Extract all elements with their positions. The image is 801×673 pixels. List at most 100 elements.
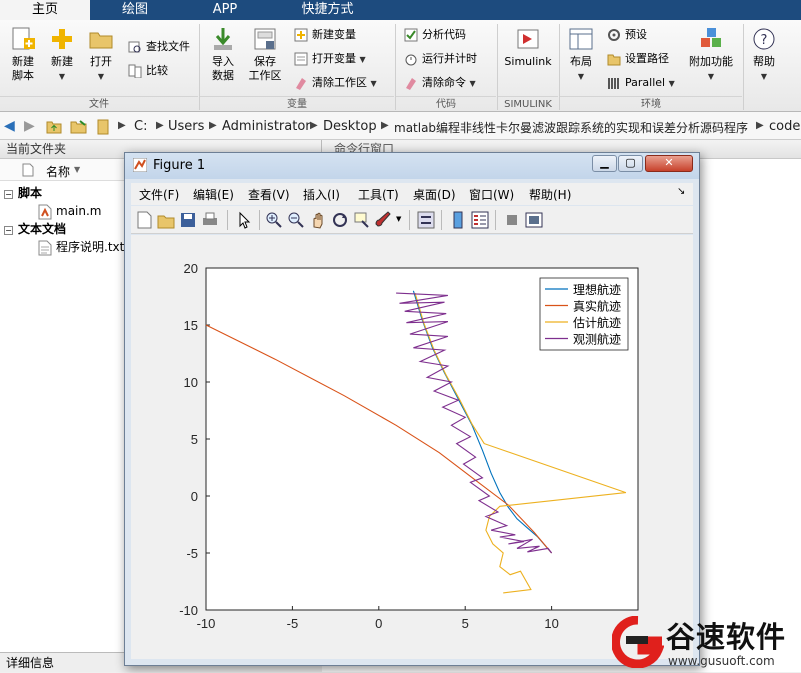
layout-label: 布局 <box>570 55 592 68</box>
tab-home[interactable]: 主页 <box>0 0 90 20</box>
layout-button[interactable]: 布局 ▼ <box>564 26 598 84</box>
file-item-readme[interactable]: 程序说明.txt <box>38 238 124 256</box>
compare-button[interactable]: 比较 <box>128 62 168 80</box>
open-button[interactable]: 打开 ▼ <box>84 26 118 84</box>
save-workspace-label: 保存 工作区 <box>248 55 282 82</box>
open-file-icon[interactable] <box>157 211 175 229</box>
link-plot-icon[interactable] <box>417 211 435 229</box>
file-item-main[interactable]: main.m <box>38 202 102 220</box>
hide-plot-tools-icon[interactable] <box>503 211 521 229</box>
menu-insert[interactable]: 插入(I) <box>303 186 340 203</box>
figure-canvas: -10 -5 0 5 10 -10 -5 0 5 10 15 20 理想航迹 真实航迹 估计航迹 观测航迹 <box>131 235 693 659</box>
legend-label: 估计航迹 <box>573 315 621 330</box>
ribbon-toolbar: 新建 脚本 新建 ▼ 打开 ▼ 查找文件 比较 文件 导入 数据 保存 工作区 新建… <box>0 20 801 112</box>
minimize-button[interactable]: ▁ <box>592 155 617 172</box>
plot-axes[interactable]: -10 -5 0 5 10 -10 -5 0 5 10 15 20 理想航迹真实航迹估计航迹观测航迹 <box>131 235 693 659</box>
menu-edit[interactable]: 编辑(E) <box>193 186 234 203</box>
simulink-button[interactable]: Simulink <box>502 26 554 69</box>
open-label: 打开 <box>90 55 112 68</box>
addons-icon <box>701 28 721 47</box>
name-column-header[interactable]: 名称 <box>46 163 70 180</box>
save-icon[interactable] <box>179 211 197 229</box>
print-icon[interactable] <box>201 211 219 229</box>
menu-file[interactable]: 文件(F) <box>139 186 179 203</box>
maximize-button[interactable]: ▢ <box>618 155 643 172</box>
clear-workspace-button[interactable]: 清除工作区 ▼ <box>294 74 377 92</box>
minimize-icon: ▁ <box>600 156 609 169</box>
rotate-3d-icon[interactable] <box>331 211 349 229</box>
tree-group-scripts[interactable]: − 脚本 <box>4 184 42 202</box>
path-segment[interactable]: Administrator <box>222 119 311 134</box>
menu-desktop[interactable]: 桌面(D) <box>413 186 456 203</box>
path-segment[interactable]: Users <box>168 119 204 134</box>
collapse-icon[interactable]: − <box>4 190 13 199</box>
figure-window: Figure 1 ▁ ▢ ✕ 文件(F) 编辑(E) 查看(V) 插入(I) 工… <box>124 152 700 666</box>
figure-title-bar[interactable]: Figure 1 ▁ ▢ ✕ <box>125 153 699 179</box>
new-button[interactable]: 新建 ▼ <box>46 26 78 84</box>
menu-tools[interactable]: 工具(T) <box>358 186 399 203</box>
brush-icon[interactable] <box>375 211 393 229</box>
dock-arrow-icon[interactable]: ↘ <box>677 186 685 197</box>
path-segment[interactable]: Desktop <box>323 119 377 134</box>
menu-help[interactable]: 帮助(H) <box>529 186 571 203</box>
path-segment[interactable]: matlab编程非线性卡尔曼滤波跟踪系统的实现和误差分析源码程序 <box>394 119 748 136</box>
group-label: 文本文档 <box>18 222 67 236</box>
open-variable-button[interactable]: 打开变量 ▼ <box>294 50 366 68</box>
parallel-button[interactable]: Parallel ▼ <box>607 74 675 92</box>
figure-title: Figure 1 <box>153 158 206 173</box>
preferences-button[interactable]: 预设 <box>607 26 647 44</box>
x-tick-label: -5 <box>287 616 299 631</box>
chevron-down-icon: ▼ <box>58 72 66 81</box>
section-simulink: SIMULINK <box>498 96 558 112</box>
new-figure-icon[interactable] <box>135 211 153 229</box>
address-bar: ◀ ▶ ▶ C: ▶ Users ▶ Administrator ▶ Deskt… <box>0 112 801 140</box>
analyze-code-button[interactable]: 分析代码 <box>404 26 466 44</box>
chevron-down-icon: ▼ <box>707 72 715 81</box>
save-workspace-button[interactable]: 保存 工作区 <box>245 26 285 83</box>
new-script-button[interactable]: 新建 脚本 <box>4 26 42 83</box>
sort-down-icon[interactable]: ▼ <box>74 165 80 174</box>
new-script-icon <box>12 27 35 50</box>
analyze-code-label: 分析代码 <box>422 28 466 41</box>
tab-plots[interactable]: 绘图 <box>90 0 180 20</box>
clear-commands-button[interactable]: 清除命令 ▼ <box>404 74 476 92</box>
back-arrow-icon[interactable]: ◀ <box>4 118 15 134</box>
y-tick-label: 20 <box>184 261 198 276</box>
pointer-icon[interactable] <box>235 211 253 229</box>
addons-button[interactable]: 附加功能 ▼ <box>686 26 736 84</box>
run-and-time-button[interactable]: 运行并计时 <box>404 50 477 68</box>
tree-group-text-documents[interactable]: − 文本文档 <box>4 220 66 238</box>
collapse-icon[interactable]: − <box>4 226 13 235</box>
tab-shortcuts[interactable]: 快捷方式 <box>270 0 385 20</box>
y-tick-label: 0 <box>191 489 198 504</box>
colorbar-icon[interactable] <box>449 211 467 229</box>
close-button[interactable]: ✕ <box>645 155 693 172</box>
chevron-down-icon[interactable]: ▼ <box>396 215 401 223</box>
new-variable-button[interactable]: 新建变量 <box>294 26 356 44</box>
browse-folder-icon[interactable] <box>70 118 88 134</box>
forward-arrow-icon[interactable]: ▶ <box>24 118 35 134</box>
svg-text:?: ? <box>761 33 768 48</box>
menu-view[interactable]: 查看(V) <box>248 186 290 203</box>
compare-label: 比较 <box>146 64 168 77</box>
pan-hand-icon[interactable] <box>309 211 327 229</box>
legend-icon[interactable] <box>471 211 489 229</box>
path-segment[interactable]: C: <box>134 119 147 134</box>
path-separator-icon: ▶ <box>156 120 164 131</box>
path-segment[interactable]: code <box>769 119 800 134</box>
chevron-down-icon: ▼ <box>370 79 377 88</box>
show-plot-tools-icon[interactable] <box>525 211 543 229</box>
set-path-button[interactable]: 设置路径 <box>607 50 669 68</box>
import-data-button[interactable]: 导入 数据 <box>205 26 241 83</box>
zoom-out-icon[interactable] <box>287 211 305 229</box>
y-tick-label: -5 <box>186 546 198 561</box>
help-button[interactable]: ? 帮助 ▼ <box>748 26 780 84</box>
tab-apps[interactable]: APP <box>180 0 270 20</box>
section-file: 文件 <box>0 96 198 112</box>
menu-window[interactable]: 窗口(W) <box>469 186 514 203</box>
find-files-button[interactable]: 查找文件 <box>128 38 190 56</box>
data-cursor-icon[interactable] <box>353 211 371 229</box>
up-folder-icon[interactable] <box>46 118 62 134</box>
zoom-in-icon[interactable] <box>265 211 283 229</box>
path-separator-icon: ▶ <box>381 120 389 131</box>
